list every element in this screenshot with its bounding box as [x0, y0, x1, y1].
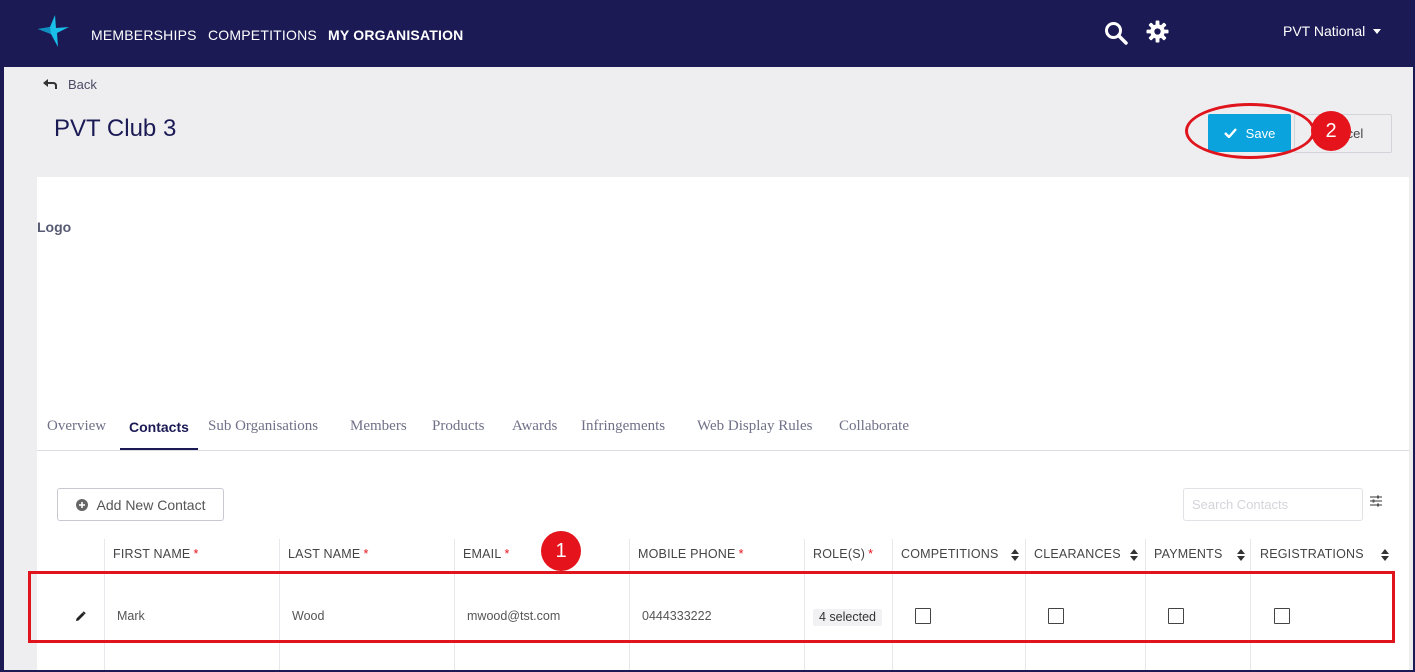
header-first-name[interactable]: FIRST NAME * — [113, 547, 199, 561]
header-roles-label: ROLE(S) — [813, 547, 866, 561]
checkmark-icon — [1223, 128, 1237, 138]
header-first-name-label: FIRST NAME — [113, 547, 191, 561]
nav-competitions[interactable]: COMPETITIONS — [208, 27, 317, 43]
annotation-marker-1: 1 — [541, 531, 581, 571]
required-marker: * — [504, 547, 510, 561]
header-registrations-label: REGISTRATIONS — [1260, 547, 1364, 561]
required-marker: * — [738, 547, 744, 561]
sort-icon — [1011, 549, 1019, 561]
tab-overview[interactable]: Overview — [47, 418, 106, 451]
organisation-selector[interactable]: PVT National — [1283, 23, 1382, 39]
required-marker: * — [193, 547, 199, 561]
cell-first-name[interactable]: Mark — [117, 609, 145, 623]
nav-memberships[interactable]: MEMBERSHIPS — [91, 27, 197, 43]
back-link[interactable]: Back — [42, 77, 97, 92]
column-divider — [104, 539, 105, 670]
add-new-contact-label: Add New Contact — [96, 496, 206, 513]
tab-sub-organisations[interactable]: Sub Organisations — [208, 418, 318, 451]
back-label: Back — [68, 77, 97, 92]
header-competitions-label: COMPETITIONS — [901, 547, 999, 561]
header-last-name[interactable]: LAST NAME * — [288, 547, 369, 561]
pencil-edit-icon[interactable] — [75, 611, 86, 622]
column-divider — [1145, 539, 1146, 670]
header-registrations[interactable]: REGISTRATIONS — [1260, 547, 1390, 561]
search-contacts-input[interactable] — [1183, 488, 1363, 521]
caret-down-icon — [1373, 28, 1382, 34]
save-button[interactable]: Save — [1208, 114, 1291, 152]
header-mobile-phone-label: MOBILE PHONE — [638, 547, 736, 561]
gear-icon[interactable] — [1146, 20, 1169, 43]
sort-icon — [1237, 549, 1245, 561]
annotation-marker-2: 2 — [1311, 111, 1351, 151]
competitions-checkbox[interactable] — [915, 608, 931, 624]
filter-settings-icon[interactable] — [1370, 495, 1382, 507]
page-title: PVT Club 3 — [54, 115, 177, 142]
plus-circle-icon — [75, 498, 88, 511]
header-clearances-label: CLEARANCES — [1034, 547, 1121, 561]
header-mobile-phone[interactable]: MOBILE PHONE * — [638, 547, 744, 561]
tab-infringements[interactable]: Infringements — [581, 418, 665, 451]
cell-mobile-phone[interactable]: 0444333222 — [642, 609, 712, 623]
header-payments[interactable]: PAYMENTS — [1154, 547, 1246, 561]
search-icon[interactable] — [1104, 21, 1128, 45]
app-window: MEMBERSHIPS COMPETITIONS MY ORGANISATION… — [0, 0, 1415, 672]
top-navigation-bar: MEMBERSHIPS COMPETITIONS MY ORGANISATION… — [0, 0, 1415, 67]
column-divider — [629, 539, 630, 670]
nav-my-organisation[interactable]: MY ORGANISATION — [328, 27, 464, 43]
payments-checkbox[interactable] — [1168, 608, 1184, 624]
header-email-label: EMAIL — [463, 547, 502, 561]
header-roles[interactable]: ROLE(S) * — [813, 547, 873, 561]
tab-web-display-rules[interactable]: Web Display Rules — [697, 418, 812, 451]
tab-collaborate[interactable]: Collaborate — [839, 418, 909, 451]
tab-awards[interactable]: Awards — [512, 418, 557, 451]
header-payments-label: PAYMENTS — [1154, 547, 1223, 561]
sort-icon — [1130, 549, 1138, 561]
main-content: Back PVT Club 3 Cancel Save 2 1 Logo Ove… — [4, 67, 1413, 670]
star-logo-icon[interactable] — [36, 14, 70, 48]
cell-email[interactable]: mwood@tst.com — [467, 609, 560, 623]
column-divider — [1025, 539, 1026, 670]
column-divider — [454, 539, 455, 670]
roles-multiselect[interactable]: 4 selected — [813, 609, 882, 626]
cell-last-name[interactable]: Wood — [292, 609, 324, 623]
tab-members[interactable]: Members — [350, 418, 407, 451]
registrations-checkbox[interactable] — [1274, 608, 1290, 624]
column-divider — [279, 539, 280, 670]
column-divider — [892, 539, 893, 670]
required-marker: * — [868, 547, 874, 561]
logo-label: Logo — [37, 219, 72, 235]
column-divider — [804, 539, 805, 670]
organisation-panel: Logo Overview Contacts Sub Organisations… — [37, 177, 1409, 670]
required-marker: * — [363, 547, 369, 561]
clearances-checkbox[interactable] — [1048, 608, 1064, 624]
header-last-name-label: LAST NAME — [288, 547, 361, 561]
save-label: Save — [1245, 125, 1276, 141]
back-arrow-icon — [43, 78, 57, 89]
tab-bar: Overview Contacts Sub Organisations Memb… — [37, 405, 1409, 451]
organisation-selector-label: PVT National — [1283, 23, 1366, 39]
column-divider — [1250, 539, 1251, 670]
active-tab-indicator — [120, 448, 198, 450]
header-competitions[interactable]: COMPETITIONS — [901, 547, 1021, 561]
add-new-contact-button[interactable]: Add New Contact — [57, 488, 224, 521]
sort-icon — [1381, 549, 1389, 561]
header-email[interactable]: EMAIL * — [463, 547, 510, 561]
header-clearances[interactable]: CLEARANCES — [1034, 547, 1142, 561]
tab-products[interactable]: Products — [432, 418, 485, 451]
